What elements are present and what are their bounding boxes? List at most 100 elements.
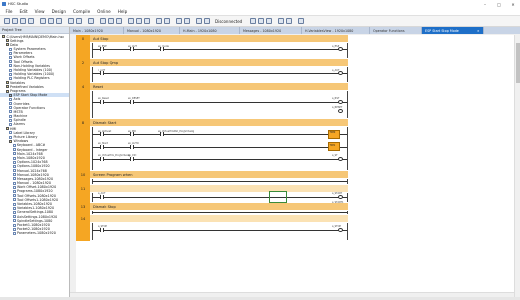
save-icon[interactable] [20, 18, 26, 24]
coil[interactable] [338, 71, 343, 75]
menu-design[interactable]: Design [48, 9, 69, 14]
timer-block[interactable]: TIM0 [328, 129, 340, 139]
connection-status: Disconnected [215, 19, 243, 24]
contact[interactable] [160, 47, 164, 51]
coil-label: a_RESET [332, 106, 343, 110]
file-icon [9, 118, 12, 122]
close-icon[interactable]: ✕ [506, 0, 520, 8]
contact-tool-icon[interactable] [100, 18, 106, 24]
new-file-icon[interactable] [4, 18, 10, 24]
rung-comment[interactable]: Reset [90, 83, 348, 90]
redo-icon[interactable] [76, 18, 82, 24]
compile-icon[interactable] [128, 18, 134, 24]
rung-number: 4 [76, 83, 90, 119]
coil[interactable] [338, 47, 343, 51]
rung-comment[interactable]: Screen Program when [90, 171, 348, 178]
scrollbar-thumb[interactable] [516, 43, 520, 83]
cut-icon[interactable] [40, 18, 46, 24]
rung-number: 13 [76, 203, 90, 215]
rung-comment[interactable]: Dismak Stop [90, 203, 348, 210]
menu-help[interactable]: Help [114, 9, 131, 14]
disconnect-icon[interactable] [204, 18, 210, 24]
rung-number: 0 [76, 35, 90, 59]
contact[interactable] [100, 132, 104, 137]
file-icon [9, 60, 12, 64]
contact-label: a_AUT [98, 192, 106, 196]
settings-icon[interactable] [184, 18, 190, 24]
tab-main[interactable]: Main - 1080x1920 [70, 27, 124, 34]
stop-icon[interactable] [164, 18, 170, 24]
rung-comment[interactable]: Dismak Start [90, 119, 348, 126]
tab-operator-functions[interactable]: Operator Functions [370, 27, 422, 34]
tab-h-main[interactable]: H-Main - 1920x1080 [180, 27, 240, 34]
tab-messages[interactable]: Messages - 1080x1920 [240, 27, 302, 34]
tab-h-variables[interactable]: H-VariablesView - 1920x1080 [302, 27, 370, 34]
coil[interactable] [338, 156, 343, 161]
grid-icon[interactable] [278, 18, 284, 24]
menu-online[interactable]: Online [94, 9, 115, 14]
align-icon[interactable] [286, 18, 292, 24]
contact[interactable] [100, 47, 104, 51]
rung-comment[interactable]: Aut Stop Qmp [90, 59, 348, 66]
upload-icon[interactable] [144, 18, 150, 24]
contact[interactable] [100, 144, 104, 149]
menu-compile[interactable]: Compile [70, 9, 94, 14]
paste-icon[interactable] [56, 18, 62, 24]
contact[interactable] [130, 156, 134, 161]
menu-view[interactable]: View [31, 9, 48, 14]
file-icon [9, 135, 12, 139]
folder-icon [5, 39, 9, 43]
vertical-scrollbar[interactable] [514, 35, 520, 297]
coil[interactable] [338, 99, 343, 104]
coil[interactable] [338, 227, 343, 232]
coil-tool-icon[interactable] [108, 18, 114, 24]
connect-icon[interactable] [196, 18, 202, 24]
coil[interactable] [338, 194, 343, 199]
contact[interactable] [100, 156, 104, 161]
undo-icon[interactable] [68, 18, 74, 24]
contact[interactable] [130, 144, 134, 149]
rung-comment[interactable] [90, 215, 348, 222]
minimize-icon[interactable]: – [478, 0, 492, 8]
rung-comment[interactable] [90, 185, 348, 192]
find-icon[interactable] [88, 18, 94, 24]
zoom-in-icon[interactable] [258, 18, 264, 24]
help-icon[interactable] [298, 18, 304, 24]
tab-esp-start-stop[interactable]: ESP Start Stop Mode [422, 27, 484, 34]
contact[interactable] [160, 132, 164, 137]
block-tool-icon[interactable] [116, 18, 122, 24]
right-power-rail [347, 193, 348, 202]
copy-icon[interactable] [48, 18, 54, 24]
contact[interactable] [130, 47, 134, 51]
contact[interactable] [130, 99, 134, 104]
monitor-icon[interactable] [176, 18, 182, 24]
open-folder-icon[interactable] [12, 18, 18, 24]
file-icon [12, 169, 16, 173]
maximize-icon[interactable]: □ [492, 0, 506, 8]
ladder-editor[interactable]: 0 Aut Stop ex_ESP ex_AUT ex_mode a_ESP 2 Aut St… [76, 35, 514, 297]
file-icon [12, 185, 16, 189]
file-icon [9, 64, 12, 68]
file-icon [12, 215, 16, 219]
contact[interactable] [100, 194, 104, 199]
project-tree-panel: Project Tree C:\Users\HMI\MAIN\DEMO\Main… [0, 27, 70, 297]
menu-file[interactable]: File [2, 9, 16, 14]
tree-item[interactable]: Parameters-1080x1920 [0, 231, 69, 235]
menu-edit[interactable]: Edit [16, 9, 31, 14]
file-icon [12, 160, 16, 164]
run-icon[interactable] [156, 18, 162, 24]
contact[interactable] [100, 99, 104, 104]
timer-block[interactable]: TIM1 [328, 142, 340, 152]
tab-manual[interactable]: Manual - 1080x1920 [124, 27, 180, 34]
refresh-icon[interactable] [250, 18, 256, 24]
contact[interactable] [130, 132, 134, 137]
rung-comment[interactable]: Aut Stop [90, 35, 348, 42]
coil-label: a_ESP [332, 44, 340, 48]
download-icon[interactable] [136, 18, 142, 24]
save-all-icon[interactable] [28, 18, 34, 24]
close-tab-icon[interactable]: ✕ [477, 29, 480, 33]
contact[interactable] [100, 71, 104, 75]
zoom-out-icon[interactable] [266, 18, 272, 24]
contact[interactable] [100, 227, 104, 232]
coil[interactable] [338, 108, 343, 113]
